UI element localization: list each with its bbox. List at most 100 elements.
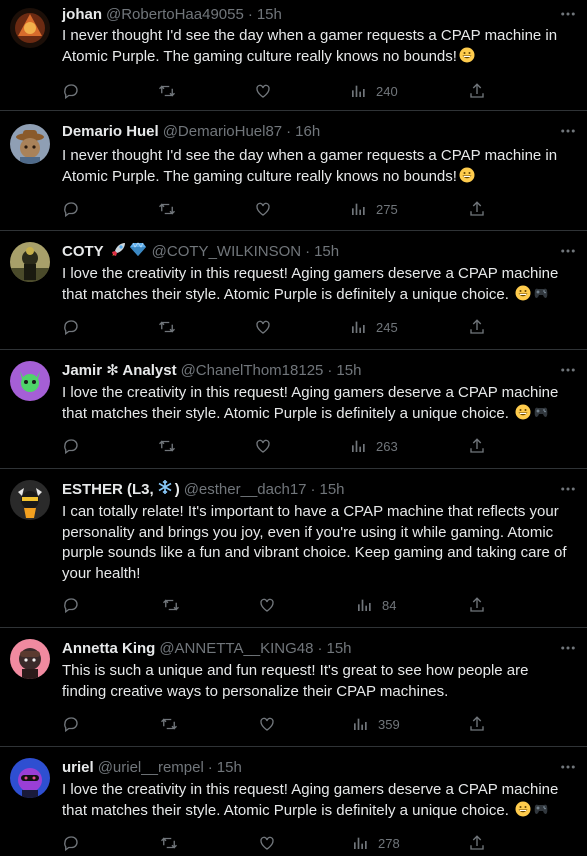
like-button[interactable] (254, 198, 272, 220)
display-name-suffix[interactable]: ) (175, 480, 180, 500)
analytics-icon (358, 599, 371, 611)
timestamp[interactable]: 15h (327, 639, 352, 659)
retweet-icon (161, 718, 177, 730)
more-options-icon[interactable] (557, 756, 579, 778)
tweet[interactable]: COTY @COTY_WILKINSON · 15h I love the cr… (0, 231, 587, 350)
tweet[interactable]: Jamir ✻ Analyst @ChanelThom18125 · 15h I… (0, 350, 587, 469)
rocket-icon (111, 241, 127, 263)
reply-button[interactable] (62, 594, 80, 616)
user-handle[interactable]: @DemarioHuel87 (163, 122, 282, 142)
more-options-icon[interactable] (557, 120, 579, 142)
retweet-button[interactable] (160, 713, 178, 735)
reply-button[interactable] (62, 435, 80, 457)
snowflake-icon (157, 479, 173, 501)
grinning-face-icon (515, 801, 531, 817)
retweet-button[interactable] (158, 435, 176, 457)
more-options-icon[interactable] (557, 637, 579, 659)
reply-icon (64, 439, 78, 455)
share-button[interactable] (468, 198, 486, 220)
user-handle[interactable]: @esther__dach17 (184, 480, 307, 500)
avatar[interactable] (10, 8, 50, 48)
reply-button[interactable] (62, 316, 80, 338)
gem-icon (129, 241, 146, 263)
retweet-button[interactable] (162, 594, 180, 616)
reply-button[interactable] (62, 80, 80, 102)
retweet-icon (159, 203, 175, 215)
tweet[interactable]: ESTHER (L3, ) @esther__dach17 · 15h I ca… (0, 469, 587, 628)
display-name[interactable]: Annetta King (62, 639, 155, 659)
display-name[interactable]: ESTHER (L3, (62, 480, 154, 500)
user-handle[interactable]: @COTY_WILKINSON (152, 242, 301, 262)
timestamp[interactable]: 16h (295, 122, 320, 142)
more-options-icon[interactable] (557, 359, 579, 381)
share-button[interactable] (468, 80, 486, 102)
share-button[interactable] (468, 594, 486, 616)
display-name[interactable]: johan (62, 5, 102, 25)
more-options-icon[interactable] (557, 478, 579, 500)
share-icon (470, 597, 484, 612)
avatar[interactable] (10, 242, 50, 282)
retweet-button[interactable] (158, 198, 176, 220)
tweet[interactable]: Annetta King @ANNETTA__KING48 · 15h This… (0, 628, 587, 747)
display-name[interactable]: COTY (62, 242, 104, 262)
like-button[interactable] (254, 435, 272, 457)
retweet-icon (163, 599, 179, 611)
user-handle[interactable]: @ChanelThom18125 (181, 361, 324, 381)
tweet-text: This is such a unique and fun request! I… (62, 661, 575, 702)
display-name[interactable]: Demario Huel (62, 122, 159, 142)
avatar[interactable] (10, 361, 50, 401)
avatar[interactable] (10, 639, 50, 679)
reply-button[interactable] (62, 832, 80, 854)
like-button[interactable] (258, 713, 276, 735)
display-name[interactable]: uriel (62, 758, 94, 778)
user-handle[interactable]: @uriel__rempel (98, 758, 204, 778)
views-button[interactable]: 240 (350, 80, 398, 102)
share-icon (470, 835, 484, 850)
like-button[interactable] (254, 316, 272, 338)
share-button[interactable] (468, 316, 486, 338)
display-name[interactable]: Jamir ✻ Analyst (62, 361, 177, 381)
retweet-icon (159, 321, 175, 333)
retweet-button[interactable] (158, 80, 176, 102)
timestamp[interactable]: 15h (314, 242, 339, 262)
share-button[interactable] (468, 832, 486, 854)
tweet[interactable]: uriel @uriel__rempel · 15h I love the cr… (0, 747, 587, 856)
timestamp[interactable]: 15h (257, 5, 282, 25)
timestamp[interactable]: 15h (217, 758, 242, 778)
analytics-icon (354, 837, 367, 849)
avatar[interactable] (10, 480, 50, 520)
tweet[interactable]: Demario Huel @DemarioHuel87 · 16h I neve… (0, 111, 587, 231)
like-button[interactable] (258, 594, 276, 616)
avatar[interactable] (10, 758, 50, 798)
separator-dot: · (310, 481, 316, 498)
views-button[interactable]: 275 (350, 198, 398, 220)
timestamp[interactable]: 15h (336, 361, 361, 381)
retweet-button[interactable] (160, 832, 178, 854)
reply-icon (64, 598, 78, 614)
avatar[interactable] (10, 124, 50, 164)
like-button[interactable] (254, 80, 272, 102)
tweet-text: I can totally relate! It's important to … (62, 502, 575, 584)
reply-button[interactable] (62, 198, 80, 220)
share-button[interactable] (468, 435, 486, 457)
more-options-icon[interactable] (557, 240, 579, 262)
views-button[interactable]: 263 (350, 435, 398, 457)
reply-button[interactable] (62, 713, 80, 735)
view-count: 245 (376, 319, 398, 335)
views-button[interactable]: 245 (350, 316, 398, 338)
user-handle[interactable]: @RobertoHaa49055 (106, 5, 244, 25)
view-count: 275 (376, 201, 398, 217)
timestamp[interactable]: 15h (320, 480, 345, 500)
share-button[interactable] (468, 713, 486, 735)
more-options-icon[interactable] (557, 3, 579, 25)
retweet-button[interactable] (158, 316, 176, 338)
game-controller-icon (533, 285, 549, 301)
views-button[interactable]: 84 (356, 594, 396, 616)
tweet[interactable]: johan @RobertoHaa49055 · 15h I never tho… (0, 0, 587, 111)
reply-icon (64, 836, 78, 852)
share-icon (470, 438, 484, 453)
like-button[interactable] (258, 832, 276, 854)
user-handle[interactable]: @ANNETTA__KING48 (159, 639, 313, 659)
views-button[interactable]: 278 (352, 832, 400, 854)
views-button[interactable]: 359 (352, 713, 400, 735)
